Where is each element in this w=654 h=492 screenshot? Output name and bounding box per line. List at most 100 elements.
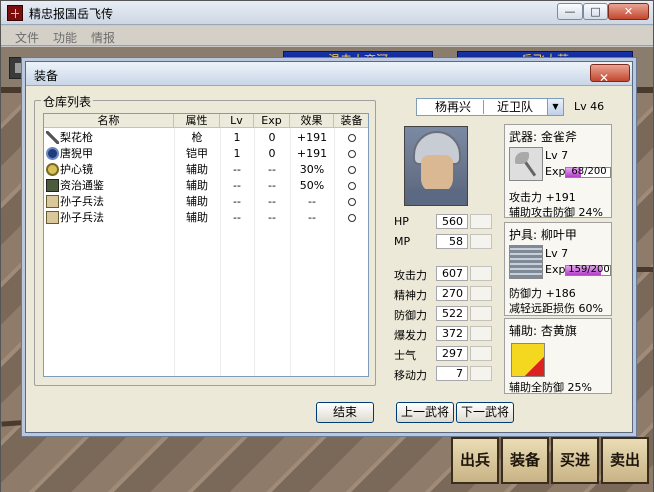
table-row[interactable]: 唐猊甲 铠甲 1 0 +191 <box>44 146 368 162</box>
armor-exp-bar: 159/200 <box>565 264 611 276</box>
table-row[interactable]: 孙子兵法 辅助 -- -- -- <box>44 210 368 226</box>
col-name[interactable]: 名称 <box>44 114 174 128</box>
hero-select[interactable]: 杨再兴 近卫队 ▼ <box>416 98 564 116</box>
maximize-button[interactable]: □ <box>583 3 608 20</box>
menu-info[interactable]: 情报 <box>91 29 115 46</box>
equip-button[interactable]: 装备 <box>501 437 549 484</box>
accessory-label: 辅助: 杏黄旗 <box>509 324 577 338</box>
weapon-exp-bar: 68/200 <box>565 166 611 178</box>
buy-button[interactable]: 买进 <box>551 437 599 484</box>
col-lv[interactable]: Lv <box>220 114 254 128</box>
stat-bonus-box <box>470 346 492 361</box>
cell-name: 孙子兵法 <box>60 211 104 224</box>
cell-attr: 铠甲 <box>186 147 208 160</box>
stat-value: 270 <box>436 286 468 301</box>
prev-hero-button[interactable]: 上一武将 <box>396 402 454 423</box>
hero-name: 杨再兴 <box>435 100 472 114</box>
equip-radio[interactable] <box>334 195 368 209</box>
menu-function[interactable]: 功能 <box>53 29 77 46</box>
stat-value: 372 <box>436 326 468 341</box>
window-title: 精忠报国岳飞传 <box>29 7 114 21</box>
cell-name: 梨花枪 <box>60 131 93 144</box>
equip-radio[interactable] <box>334 179 368 193</box>
minimize-button[interactable]: — <box>557 3 583 20</box>
armor-panel: 护具: 柳叶甲 Lv 7 Exp 159/200 防御力 +186 减轻远距损伤… <box>504 222 612 316</box>
radio-icon <box>348 214 356 222</box>
table-row[interactable]: 护心镜 辅助 -- -- 30% <box>44 162 368 178</box>
next-hero-button[interactable]: 下一武将 <box>456 402 514 423</box>
stat-label: 防御力 <box>394 309 427 322</box>
stat-label: 爆发力 <box>394 329 427 342</box>
stat-value: 7 <box>436 366 468 381</box>
face-shape <box>421 155 453 193</box>
minimize-icon: — <box>564 5 576 18</box>
close-icon: ✕ <box>623 5 634 18</box>
col-effect[interactable]: 效果 <box>290 114 334 128</box>
armor-effect: 减轻远距损伤 60% <box>509 302 603 315</box>
main-window: 精忠报国岳飞传 — □ ✕ 文件 功能 情报 温击小商河 岳飞大营 出兵 装备 … <box>0 0 654 492</box>
cell-attr: 辅助 <box>186 211 208 224</box>
sell-button[interactable]: 卖出 <box>601 437 649 484</box>
radio-icon <box>348 182 356 190</box>
stat-value: 607 <box>436 266 468 281</box>
cell-exp: -- <box>268 195 276 208</box>
col-equip[interactable]: 装备 <box>334 114 368 128</box>
cell-attr: 辅助 <box>186 195 208 208</box>
cell-lv: -- <box>233 195 241 208</box>
cell-name: 孙子兵法 <box>60 195 104 208</box>
radio-icon <box>348 150 356 158</box>
cell-effect: -- <box>308 211 316 224</box>
equip-radio[interactable] <box>334 211 368 225</box>
deploy-button[interactable]: 出兵 <box>451 437 499 484</box>
hero-level: Lv 46 <box>574 100 605 113</box>
stat-value: 560 <box>436 214 468 229</box>
armor-lv: Lv 7 <box>545 247 569 260</box>
stat-bonus-box <box>470 366 492 381</box>
table-row[interactable]: 梨花枪 枪 1 0 +191 <box>44 130 368 146</box>
end-button[interactable]: 结束 <box>316 402 374 423</box>
weapon-lv: Lv 7 <box>545 149 569 162</box>
weapon-exp-text: 68/200 <box>571 166 607 177</box>
cell-lv: 1 <box>233 131 241 144</box>
cell-effect: 30% <box>299 163 325 176</box>
accessory-effect: 辅助全防御 25% <box>509 381 592 394</box>
col-exp[interactable]: Exp <box>254 114 290 128</box>
cell-lv: -- <box>233 211 241 224</box>
title-bar[interactable]: 精忠报国岳飞传 — □ ✕ <box>1 1 653 25</box>
dialog-title: 装备 <box>34 69 59 83</box>
chevron-down-icon[interactable]: ▼ <box>547 99 563 115</box>
cell-exp: -- <box>268 163 276 176</box>
dialog-close-button[interactable]: ✕ <box>590 64 630 85</box>
hero-team: 近卫队 <box>497 100 534 114</box>
app-icon <box>7 5 23 21</box>
equip-radio[interactable] <box>334 163 368 177</box>
dialog-title-bar[interactable]: 装备 ✕ <box>26 62 632 86</box>
stat-bonus-box <box>470 286 492 301</box>
equip-radio[interactable] <box>334 131 368 145</box>
select-divider <box>483 100 484 114</box>
inventory-list[interactable]: 名称 属性 Lv Exp 效果 装备 梨花枪 枪 1 0 +191 唐猊甲 铠甲 1 0 +191… <box>43 113 369 377</box>
table-row[interactable]: 孙子兵法 辅助 -- -- -- <box>44 194 368 210</box>
weapon-name: 金雀斧 <box>540 130 577 144</box>
equip-radio[interactable] <box>334 147 368 161</box>
cell-lv: 1 <box>233 147 241 160</box>
stat-label: HP <box>394 215 409 228</box>
chainmail-icon <box>509 245 543 279</box>
col-attr[interactable]: 属性 <box>174 114 220 128</box>
weapon-attack: 攻击力 +191 <box>509 191 576 204</box>
close-button[interactable]: ✕ <box>608 3 649 20</box>
cell-attr: 枪 <box>191 131 203 144</box>
equipment-dialog: 装备 ✕ 仓库列表 名称 属性 Lv Exp 效果 装备 梨花枪枪 1 0 +191 唐… <box>25 61 633 433</box>
stat-value: 297 <box>436 346 468 361</box>
cell-exp: 0 <box>268 147 276 160</box>
table-row[interactable]: 资治通鉴 辅助 -- -- 50% <box>44 178 368 194</box>
weapon-exp-label: Exp <box>545 165 566 178</box>
inventory-group: 仓库列表 名称 属性 Lv Exp 效果 装备 梨花枪 枪 1 0 +191 唐猊甲 铠甲 1… <box>34 93 376 386</box>
cell-lv: -- <box>233 179 241 192</box>
accessory-panel: 辅助: 杏黄旗 辅助全防御 25% <box>504 318 612 394</box>
armor-exp-text: 159/200 <box>568 264 610 275</box>
radio-icon <box>348 134 356 142</box>
stat-label: 攻击力 <box>394 269 427 282</box>
weapon-panel: 武器: 金雀斧 Lv 7 Exp 68/200 攻击力 +191 辅助攻击防御 … <box>504 124 612 219</box>
menu-file[interactable]: 文件 <box>15 29 39 46</box>
